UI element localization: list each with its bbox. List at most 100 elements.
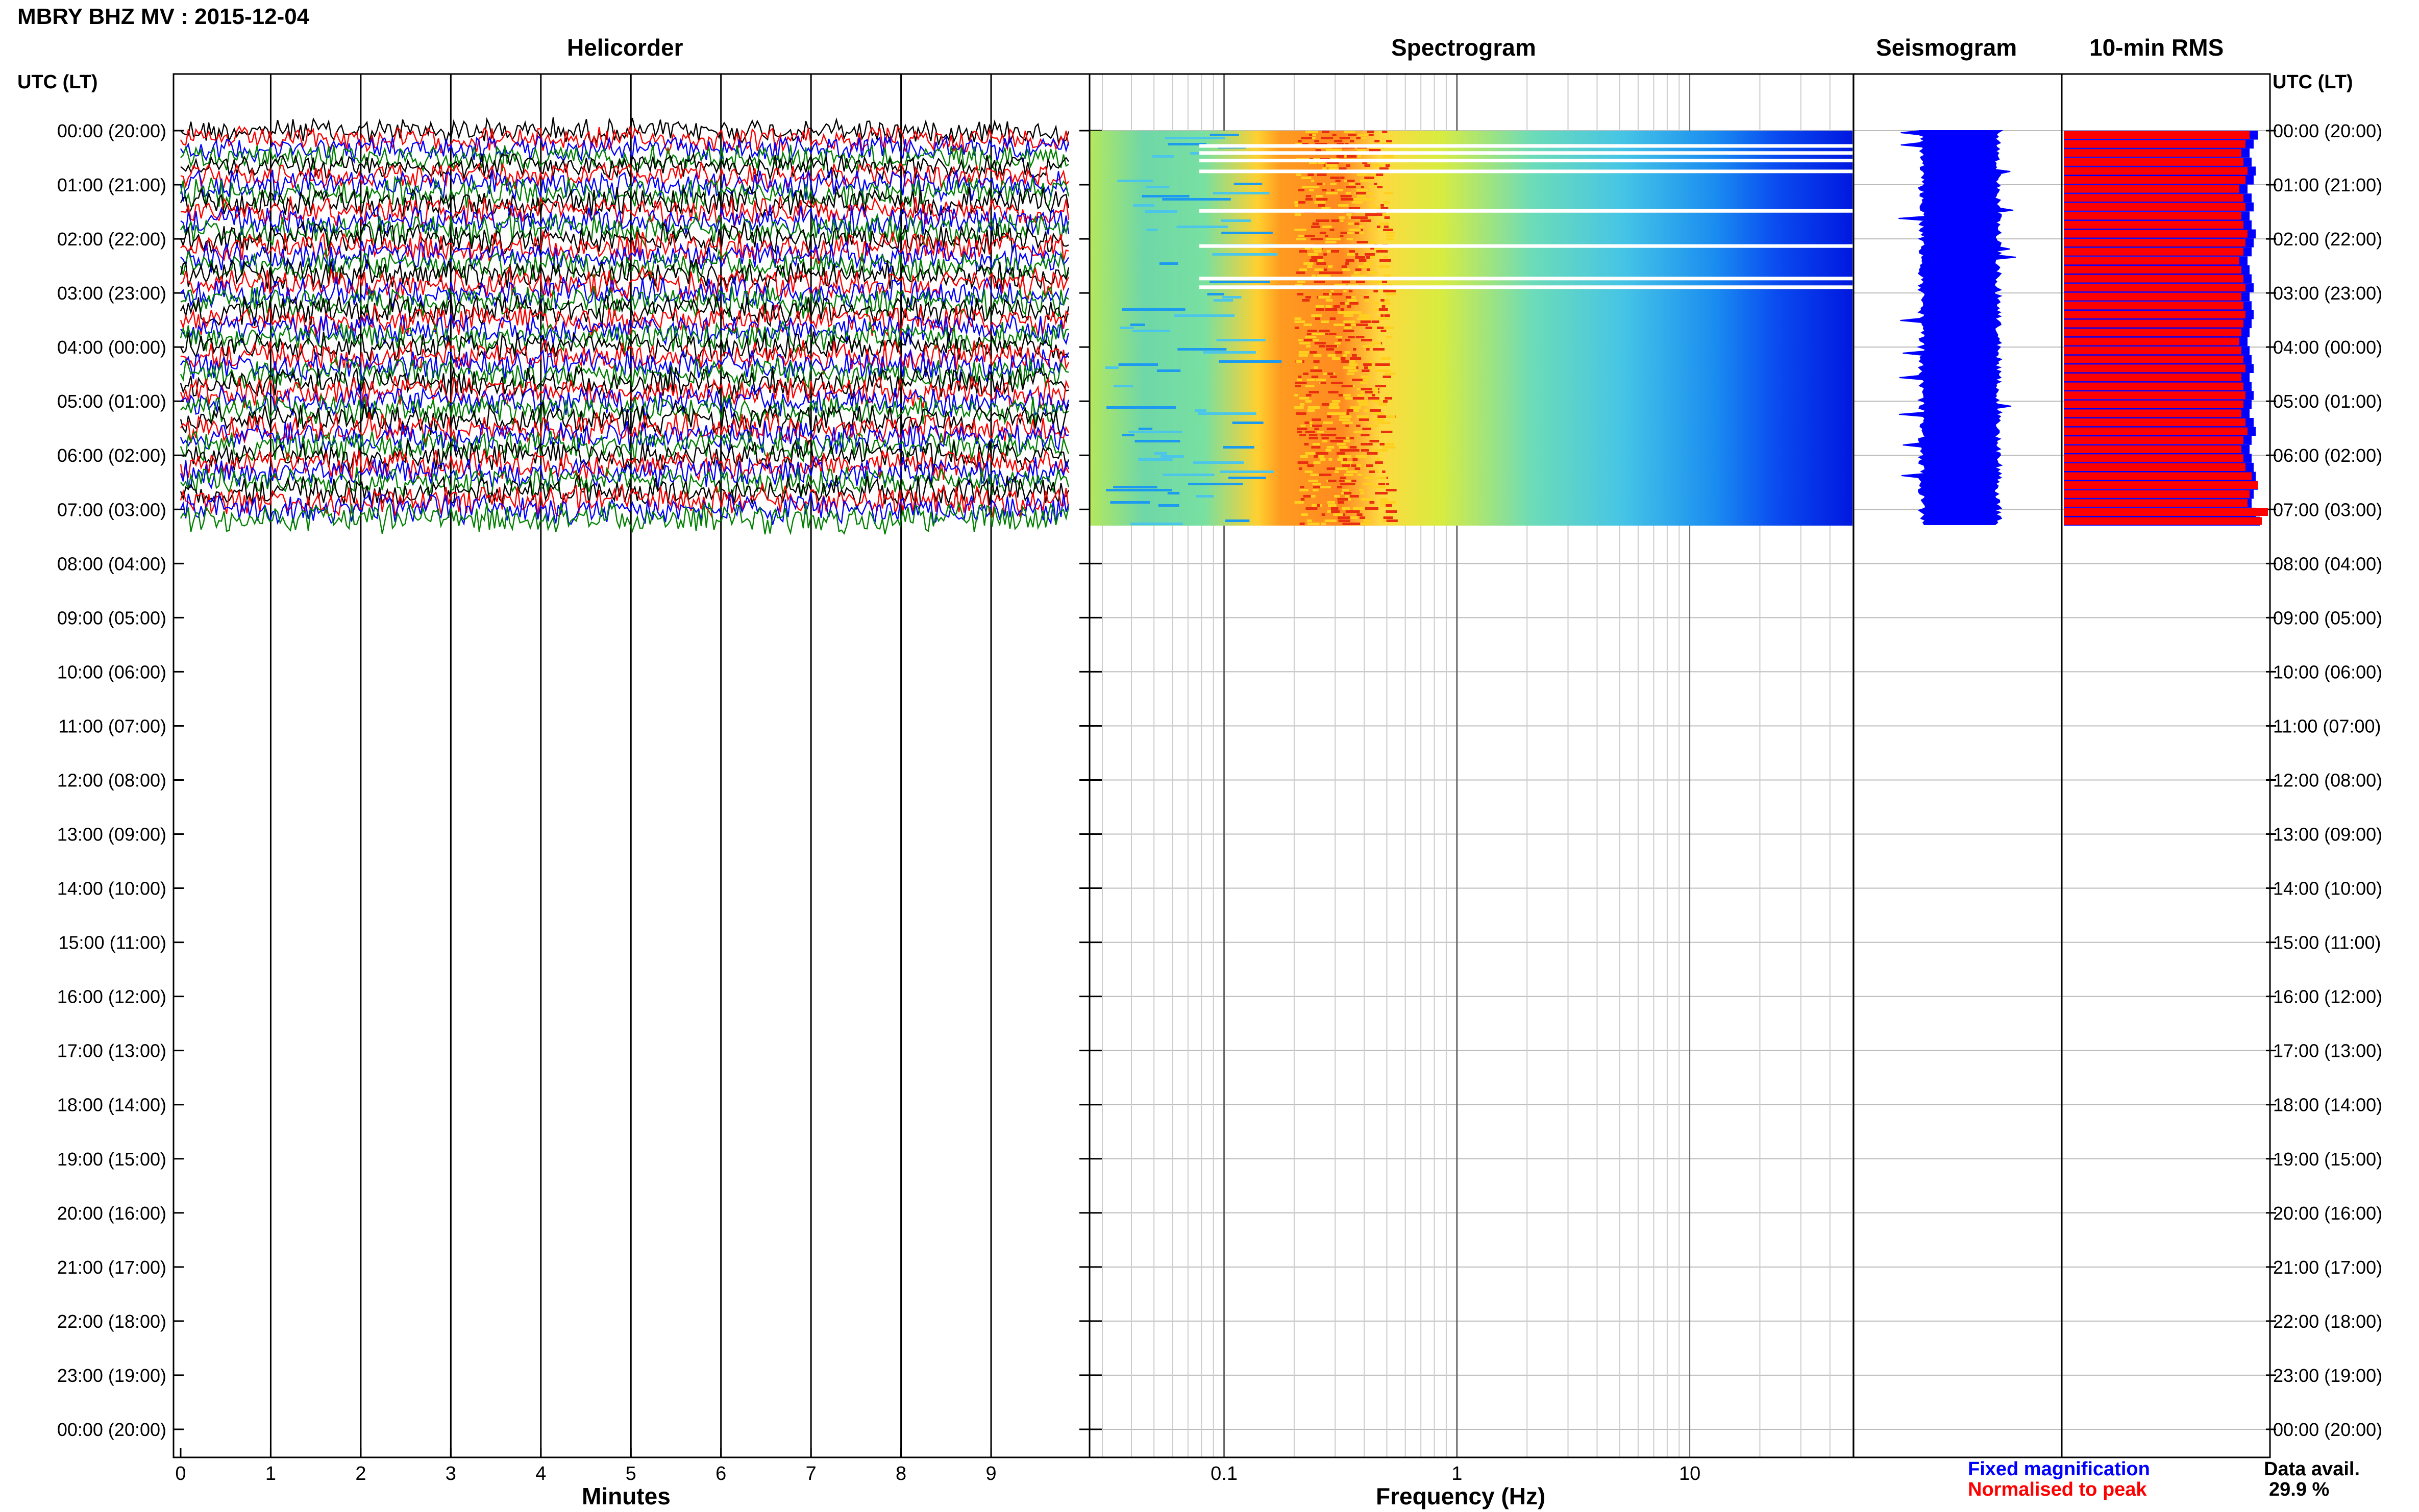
rms-bar-normalised	[2064, 131, 2250, 139]
spectrogram-speckle	[1318, 296, 1330, 299]
spectrogram-speckle	[1305, 394, 1312, 396]
utc-header-right: UTC (LT)	[2273, 71, 2353, 93]
spectrogram-speckle	[1342, 354, 1347, 357]
spectrogram-speckle	[1351, 523, 1361, 525]
spectrogram-speckle	[1213, 192, 1270, 194]
spectrogram-speckle	[1328, 333, 1333, 335]
time-label-left: 19:00 (15:00)	[57, 1149, 166, 1170]
spectrogram-speckle	[1367, 507, 1378, 510]
spectrogram-speckle	[1323, 293, 1329, 295]
spectrogram-speckle	[1303, 495, 1311, 498]
spectrogram-speckle	[1362, 379, 1369, 381]
spectrogram-speckle	[1308, 480, 1319, 482]
spectrogram-speckle	[1372, 342, 1381, 344]
spectrogram-speckle	[1374, 458, 1380, 461]
spectrogram-speckle	[1372, 440, 1377, 442]
seismogram-envelope	[1898, 130, 2016, 525]
spectrogram-speckle	[1358, 134, 1369, 136]
spectrogram-speckle	[1312, 483, 1321, 485]
spectrogram-speckle	[1337, 452, 1345, 455]
time-label-left: 09:00 (05:00)	[57, 607, 166, 628]
spectrogram-speckle	[1348, 222, 1354, 225]
spectrogram-speckle	[1314, 250, 1322, 253]
rms-bar-normalised	[2064, 203, 2245, 211]
time-label-left: 23:00 (19:00)	[57, 1365, 166, 1386]
spectrogram-speckle	[1177, 348, 1227, 351]
spectrogram-speckle	[1352, 348, 1356, 351]
spectrogram-speckle	[1365, 391, 1372, 393]
spectrogram-speckle	[1324, 519, 1337, 522]
rms-bar-normalised	[2064, 149, 2241, 157]
spectrogram-speckle	[1360, 219, 1371, 222]
spectrogram-speckle	[1325, 345, 1336, 348]
spectrogram-speckle	[1339, 480, 1345, 482]
spectrogram-speckle	[1338, 501, 1344, 504]
spectrogram-speckle	[1331, 219, 1339, 222]
spectrogram-speckle	[1113, 486, 1157, 488]
spectrogram-speckle	[1319, 345, 1325, 348]
spectrogram-speckle	[1316, 195, 1320, 197]
spectrogram-speckle	[1296, 360, 1302, 363]
rms-bar-normalised	[2064, 329, 2241, 337]
spectrogram-speckle	[1386, 238, 1394, 240]
rms-bar-normalised	[2064, 284, 2245, 292]
spectrogram-speckle	[1118, 363, 1158, 366]
spectrogram-speckle	[1342, 489, 1349, 491]
spectrogram-speckle	[1330, 290, 1334, 292]
spectrogram-speckle	[1225, 519, 1250, 522]
spectrogram-speckle	[1188, 483, 1243, 485]
spectrogram-speckle	[1305, 195, 1312, 197]
spectrogram-speckle	[1384, 373, 1396, 375]
spectrogram-speckle	[1352, 357, 1362, 360]
time-label-right: 00:00 (20:00)	[2273, 120, 2382, 141]
spectrogram-speckle	[1167, 492, 1180, 494]
spectrogram-speckle	[1160, 455, 1184, 458]
spectrogram-speckle	[1311, 180, 1315, 182]
spectrogram-speckle	[1195, 409, 1206, 412]
spectrogram-speckle	[1378, 308, 1388, 311]
spectrogram-speckle	[1319, 232, 1326, 234]
rms-bar-normalised	[2064, 275, 2243, 283]
spectrogram-speckle	[1326, 446, 1335, 449]
spectrogram-speckle	[1336, 271, 1343, 274]
time-label-left: 00:00 (20:00)	[57, 1419, 166, 1440]
spectrogram-speckle	[1349, 250, 1355, 253]
spectrogram-speckle	[1381, 357, 1391, 360]
spectrogram-speckle	[1375, 486, 1381, 488]
spectrogram-speckle	[1375, 461, 1383, 464]
time-label-left: 12:00 (08:00)	[57, 770, 166, 790]
time-label-left: 20:00 (16:00)	[57, 1203, 166, 1224]
spectrogram-speckle	[1342, 268, 1350, 271]
spectrogram-speckle	[1369, 470, 1375, 473]
rms-bar-normalised	[2064, 400, 2243, 408]
spectrogram-speckle	[1350, 140, 1354, 142]
spectrogram-speckle	[1370, 241, 1375, 243]
spectrogram-speckle	[1345, 495, 1349, 498]
time-label-right: 20:00 (16:00)	[2273, 1203, 2382, 1224]
spectrogram-speckle	[1371, 173, 1376, 176]
spectrogram-speckle	[1379, 259, 1391, 262]
spectrogram-speckle	[1196, 495, 1214, 498]
spectrogram-speckle	[1361, 339, 1372, 341]
spectrogram-speckle	[1113, 385, 1133, 387]
spectrogram-speckle	[1212, 253, 1278, 256]
spectrogram-speckle	[1368, 186, 1376, 188]
spectrogram-speckle	[1360, 382, 1368, 384]
spectrogram-speckle	[1356, 513, 1363, 516]
spectrogram-speckle	[1386, 504, 1392, 507]
spectrogram-speckle	[1355, 281, 1365, 283]
spectrogram-speckle	[1311, 446, 1321, 449]
spectrogram-speckle	[1338, 516, 1345, 519]
rms-bar-normalised	[2064, 427, 2248, 435]
spectrogram-speckle	[1334, 324, 1345, 326]
spectrogram-speckle	[1348, 134, 1356, 136]
spectrogram-speckle	[1344, 397, 1353, 400]
spectrogram-speckle	[1347, 305, 1351, 308]
spectrogram-speckle	[1318, 455, 1324, 458]
spectrogram-speckle	[1356, 415, 1368, 418]
spectrogram-speckle	[1345, 425, 1349, 427]
spectrogram-speckle	[1321, 320, 1329, 323]
spectrogram-speckle	[1295, 385, 1301, 387]
rms-bar-normalised	[2064, 247, 2243, 256]
spectrogram-gap	[1199, 159, 1853, 163]
